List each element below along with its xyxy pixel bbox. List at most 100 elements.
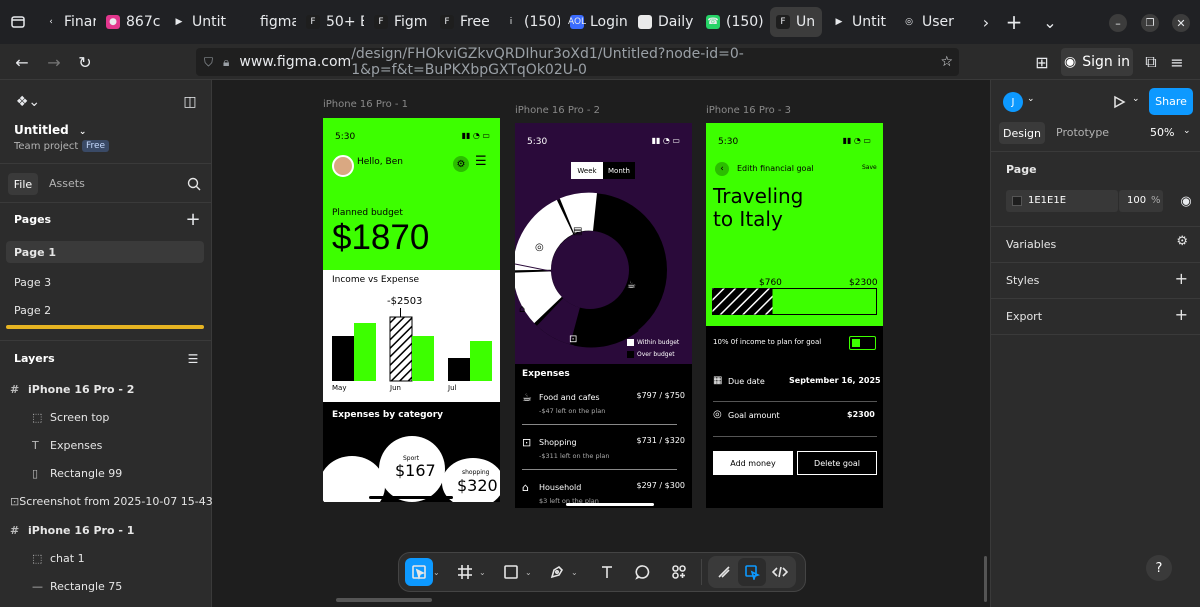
frame-label-2[interactable]: iPhone 16 Pro - 2 — [515, 105, 600, 116]
expense-item[interactable]: ⊡ Shopping -$311 left on the plan $731 / $3… — [515, 433, 692, 477]
browser-tab[interactable]: ▶ Untit — [166, 7, 230, 37]
delete-goal-button[interactable]: Delete goal — [797, 451, 877, 475]
variables-label[interactable]: Variables — [1006, 238, 1056, 251]
chevron-down-icon[interactable]: ⌄ — [525, 568, 537, 577]
chevron-down-icon[interactable]: ⌄ — [1027, 94, 1035, 104]
collapse-layers-icon[interactable]: ☰ — [184, 350, 202, 368]
layer-item[interactable]: ⬚ Screen top — [0, 403, 212, 431]
chevron-right-icon[interactable]: › — [976, 12, 996, 32]
dev-mode-icon[interactable] — [766, 558, 794, 586]
tab-design[interactable]: Design — [999, 122, 1045, 144]
menu-icon[interactable]: ☰ — [475, 155, 487, 168]
browser-tab[interactable]: F Figm — [368, 7, 430, 37]
layer-item[interactable]: # iPhone 16 Pro - 1 — [0, 516, 212, 544]
close-window-icon[interactable]: ✕ — [1172, 14, 1190, 32]
tab-file[interactable]: File — [8, 173, 38, 195]
add-style-icon[interactable]: + — [1175, 269, 1188, 288]
chevron-down-icon[interactable]: ⌄ — [479, 568, 491, 577]
file-name[interactable]: Untitled ⌄ — [14, 123, 86, 137]
pen-tool-icon[interactable] — [543, 558, 571, 586]
url-field[interactable]: ⛉ 🔒︎ www.figma.com/design/FHOkviGZkvQRDI… — [196, 46, 959, 78]
tab-search-icon[interactable] — [6, 10, 30, 34]
present-icon[interactable] — [1109, 92, 1129, 112]
minimize-icon[interactable]: – — [1109, 14, 1127, 32]
actions-icon[interactable] — [665, 558, 693, 586]
design-mode-icon[interactable] — [738, 558, 766, 586]
new-tab-icon[interactable]: + — [1004, 10, 1024, 34]
back-icon[interactable]: ‹ — [715, 162, 729, 176]
back-icon[interactable]: ← — [12, 52, 32, 72]
page-item[interactable]: Page 2 — [6, 296, 204, 324]
page-item[interactable]: Page 1 — [6, 241, 204, 263]
page-color-field[interactable]: 1E1E1E — [1006, 190, 1118, 212]
frame-iphone-1[interactable]: 5:30 ▮▮ ◔ ▭ Hello, Ben ⚙ ☰ Planned budge… — [323, 118, 500, 502]
eye-icon[interactable]: ◉ — [1177, 192, 1195, 210]
sidebar-toggle-icon[interactable]: ◫ — [180, 92, 200, 112]
variables-settings-icon[interactable]: ⚙ — [1176, 234, 1188, 249]
browser-tab[interactable]: i (150) — [498, 7, 560, 37]
add-export-icon[interactable]: + — [1175, 305, 1188, 324]
figma-menu-icon[interactable]: ❖⌄ — [14, 92, 42, 112]
add-page-icon[interactable]: + — [184, 209, 202, 230]
forward-icon[interactable]: → — [44, 52, 64, 72]
expense-item[interactable]: ☕︎ Food and cafes -$47 left on the plan $79… — [515, 388, 692, 432]
chevron-down-icon[interactable]: ⌄ — [571, 568, 583, 577]
tab-prototype[interactable]: Prototype — [1056, 126, 1109, 139]
browser-tab[interactable]: ◎ User — [896, 7, 958, 37]
layer-item[interactable]: — Rectangle 75 — [0, 572, 212, 600]
toggle-month[interactable]: Month — [603, 162, 635, 179]
layer-item[interactable]: T Expenses — [0, 431, 212, 459]
frame-label-3[interactable]: iPhone 16 Pro - 3 — [706, 105, 791, 116]
menu-icon[interactable]: ≡ — [1167, 52, 1187, 72]
chevron-down-icon[interactable]: ⌄ — [433, 568, 445, 577]
tab-assets[interactable]: Assets — [49, 177, 85, 190]
draw-mode-icon[interactable] — [710, 558, 738, 586]
chevron-down-icon[interactable]: ⌄ — [1183, 126, 1191, 136]
puzzle-icon[interactable]: ⧉ — [1141, 52, 1161, 72]
layer-item[interactable]: ⬚ chat 1 — [0, 544, 212, 572]
sign-in-button[interactable]: ◉ Sign in — [1061, 48, 1133, 76]
maximize-icon[interactable]: ❐ — [1141, 14, 1159, 32]
frame-label-1[interactable]: iPhone 16 Pro - 1 — [323, 99, 408, 110]
vertical-scrollbar[interactable] — [984, 556, 987, 602]
scroll-indicator[interactable] — [6, 325, 204, 329]
search-icon[interactable] — [184, 174, 204, 194]
bookmark-star-icon[interactable]: ☆ — [940, 54, 953, 70]
zoom-level[interactable]: 50% — [1150, 126, 1174, 139]
browser-tab[interactable]: ‹ Finar — [38, 7, 96, 37]
browser-tab[interactable]: U Daily — [632, 7, 696, 37]
browser-tab[interactable]: ☎ (150) — [700, 7, 766, 37]
avatar[interactable]: J — [1003, 92, 1023, 112]
frame-iphone-3[interactable]: 5:30 ▮▮ ◔ ▭ ‹ Edith financial goal Save … — [706, 123, 883, 508]
share-button[interactable]: Share — [1149, 88, 1193, 115]
add-money-button[interactable]: Add money — [713, 451, 793, 475]
help-button[interactable]: ? — [1146, 555, 1172, 581]
browser-tab[interactable]: ▶ Untit — [826, 7, 892, 37]
frame-iphone-2[interactable]: 5:30 ▮▮ ◔ ▭ Week Month ◎ ▤ ☕︎ ⌂ ⊡ Within… — [515, 123, 692, 508]
canvas[interactable]: iPhone 16 Pro - 1 5:30 ▮▮ ◔ ▭ Hello, Ben… — [212, 80, 990, 607]
browser-tab[interactable]: ● 867c — [100, 7, 162, 37]
browser-tab[interactable]: AOL Login — [564, 7, 628, 37]
browser-tab[interactable]: figma.cc — [234, 7, 296, 37]
close-tab-icon[interactable]: ✕ — [821, 16, 822, 29]
page-opacity-field[interactable]: 100 % — [1119, 190, 1163, 212]
rectangle-tool-icon[interactable] — [497, 558, 525, 586]
move-tool-icon[interactable] — [405, 558, 433, 586]
horizontal-scrollbar[interactable] — [336, 598, 432, 602]
frame-tool-icon[interactable] — [451, 558, 479, 586]
extensions-icon[interactable]: ⊞ — [1032, 52, 1052, 72]
text-tool-icon[interactable] — [593, 558, 621, 586]
settings-icon[interactable]: ⚙ — [453, 156, 469, 172]
toggle-week[interactable]: Week — [571, 162, 603, 179]
page-item[interactable]: Page 3 — [6, 268, 204, 296]
layer-item[interactable]: # iPhone 16 Pro - 2 — [0, 375, 212, 403]
browser-tab[interactable]: F 50+ E — [300, 7, 364, 37]
layer-item[interactable]: ⊡ Screenshot from 2025-10-07 15-43-55 — [0, 488, 231, 516]
layer-item[interactable]: ▯ Rectangle 99 — [0, 460, 212, 488]
browser-tab[interactable]: F Un ✕ — [770, 7, 822, 37]
comment-tool-icon[interactable] — [629, 558, 657, 586]
chevron-down-icon[interactable]: ⌄ — [1132, 94, 1140, 104]
save-link[interactable]: Save — [862, 164, 877, 171]
chevron-down-icon[interactable]: ⌄ — [1040, 12, 1060, 32]
browser-tab[interactable]: F Free — [434, 7, 494, 37]
